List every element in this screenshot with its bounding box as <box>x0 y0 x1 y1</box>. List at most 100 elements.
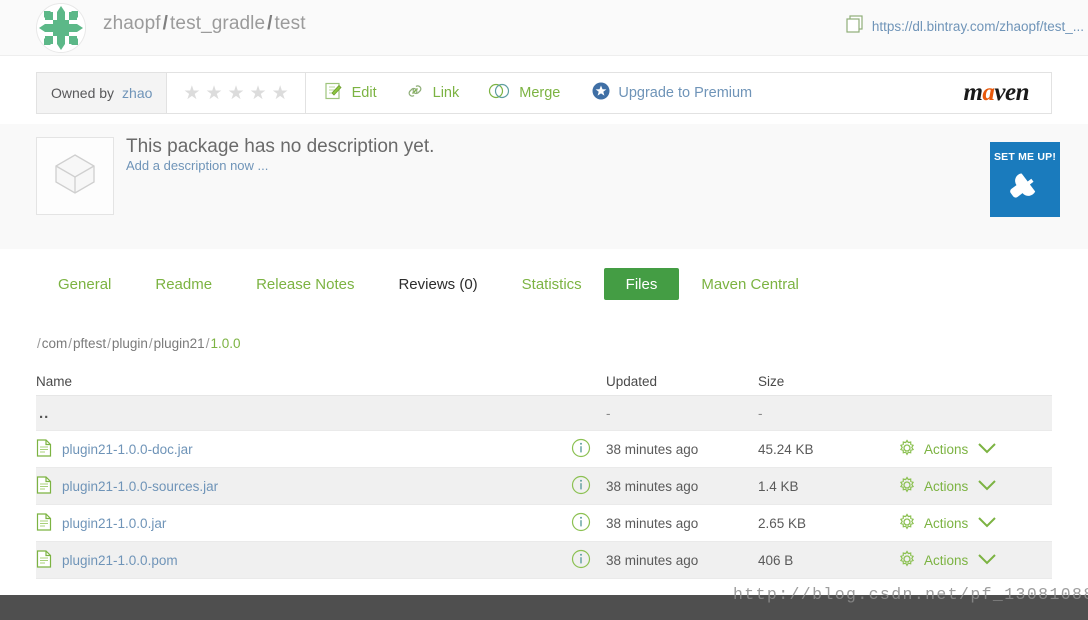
owner-link[interactable]: zhao <box>122 85 152 101</box>
file-actions-cell[interactable]: Actions <box>898 549 1052 571</box>
upgrade-to-premium-button[interactable]: Upgrade to Premium <box>574 73 766 113</box>
actions-menu[interactable]: Actions <box>898 512 1052 534</box>
breadcrumb-user[interactable]: zhaopf <box>103 13 161 34</box>
table-row[interactable]: plugin21-1.0.0-sources.jar 38 minutes ag… <box>36 468 1052 505</box>
gear-icon[interactable] <box>898 549 916 571</box>
file-updated-cell: 38 minutes ago <box>606 552 699 568</box>
path-segment-pftest[interactable]: pftest <box>73 336 106 351</box>
breadcrumb-package[interactable]: test <box>275 13 306 34</box>
column-header-size: Size <box>758 374 785 389</box>
tab-statistics[interactable]: Statistics <box>500 268 604 300</box>
owned-by-block: Owned by zhao <box>37 73 168 113</box>
file-info-cell[interactable] <box>556 512 606 535</box>
star-icon-4[interactable]: ★ <box>250 84 267 103</box>
info-icon[interactable] <box>571 438 591 461</box>
table-row[interactable]: plugin21-1.0.0.jar 38 minutes ago 2.65 K… <box>36 505 1052 542</box>
description-band: This package has no description yet. Add… <box>0 124 1088 249</box>
path-segment-com[interactable]: com <box>42 336 68 351</box>
tab-reviews[interactable]: Reviews (0) <box>376 268 499 300</box>
file-name-cell[interactable]: plugin21-1.0.0-doc.jar <box>36 438 556 460</box>
file-name-cell[interactable]: plugin21-1.0.0.pom <box>36 549 556 571</box>
gear-icon[interactable] <box>898 475 916 497</box>
path-segment-plugin21[interactable]: plugin21 <box>154 336 205 351</box>
chevron-down-icon[interactable] <box>976 514 998 533</box>
tab-maven-central[interactable]: Maven Central <box>679 268 821 300</box>
file-actions-cell[interactable]: Actions <box>898 438 1052 460</box>
info-icon[interactable] <box>571 549 591 572</box>
file-icon <box>36 512 52 534</box>
path-segment-plugin[interactable]: plugin <box>112 336 148 351</box>
star-icon-1[interactable]: ★ <box>183 84 200 103</box>
file-actions-cell[interactable]: Actions <box>898 512 1052 534</box>
link-label: Link <box>432 85 460 101</box>
star-badge-icon <box>592 82 610 104</box>
set-me-up-button[interactable]: SET ME UP! <box>990 142 1060 217</box>
table-row[interactable]: plugin21-1.0.0-doc.jar 38 minutes ago 45… <box>36 431 1052 468</box>
actions-menu[interactable]: Actions <box>898 549 1052 571</box>
tab-release-notes[interactable]: Release Notes <box>234 268 376 300</box>
star-rating[interactable]: ★ ★ ★ ★ ★ <box>167 73 306 113</box>
file-name-cell[interactable]: plugin21-1.0.0-sources.jar <box>36 475 556 497</box>
star-icon-3[interactable]: ★ <box>228 84 245 103</box>
star-icon-5[interactable]: ★ <box>272 84 289 103</box>
file-info-cell[interactable] <box>556 438 606 461</box>
gear-icon[interactable] <box>898 438 916 460</box>
file-name-link[interactable]: plugin21-1.0.0.pom <box>62 553 178 568</box>
file-updated-cell: 38 minutes ago <box>606 441 699 457</box>
bintray-package-page: zhaopf / test_gradle / test https://dl.bintr… <box>0 0 1088 620</box>
tab-general[interactable]: General <box>36 268 133 300</box>
column-header-updated: Updated <box>606 374 658 389</box>
gear-icon[interactable] <box>898 512 916 534</box>
parent-dir-label[interactable]: .. <box>36 405 49 422</box>
table-row[interactable]: plugin21-1.0.0.pom 38 minutes ago 406 B <box>36 542 1052 579</box>
actions-menu[interactable]: Actions <box>898 438 1052 460</box>
actions-label[interactable]: Actions <box>924 516 968 531</box>
actions-label[interactable]: Actions <box>924 479 968 494</box>
repository-url-text[interactable]: https://dl.bintray.com/zhaopf/test_... <box>872 19 1084 34</box>
file-name-link[interactable]: plugin21-1.0.0.jar <box>62 516 166 531</box>
tab-files[interactable]: Files <box>603 268 680 300</box>
file-icon <box>36 475 52 497</box>
star-icon-2[interactable]: ★ <box>205 84 222 103</box>
edit-button[interactable]: Edit <box>306 73 391 113</box>
link-icon <box>405 81 425 105</box>
actions-label[interactable]: Actions <box>924 553 968 568</box>
repository-url[interactable]: https://dl.bintray.com/zhaopf/test_... <box>844 13 1084 40</box>
maven-logo-part2: a <box>982 79 995 106</box>
breadcrumb-sep-2: / <box>267 13 273 34</box>
edit-icon <box>324 81 344 105</box>
file-name-link[interactable]: plugin21-1.0.0-doc.jar <box>62 442 193 457</box>
chevron-down-icon[interactable] <box>976 551 998 570</box>
file-name-link[interactable]: plugin21-1.0.0-sources.jar <box>62 479 218 494</box>
tab-readme[interactable]: Readme <box>133 268 234 300</box>
chevron-down-icon[interactable] <box>976 477 998 496</box>
page-header: zhaopf / test_gradle / test https://dl.bintr… <box>0 0 1088 56</box>
file-info-cell[interactable] <box>556 549 606 572</box>
add-description-link[interactable]: Add a description now ... <box>126 158 268 173</box>
merge-button[interactable]: Merge <box>473 73 574 113</box>
parent-dir-cell[interactable]: .. <box>36 405 556 422</box>
breadcrumb-repo[interactable]: test_gradle <box>170 13 265 34</box>
file-icon <box>36 549 52 571</box>
watermark-text: http://blog.csdn.net/pf_1308108803 <box>733 585 1088 604</box>
copy-icon[interactable] <box>844 13 866 40</box>
files-table-header: Name Updated Size <box>36 368 1052 396</box>
breadcrumb: zhaopf / test_gradle / test <box>103 13 306 35</box>
info-icon[interactable] <box>571 475 591 498</box>
package-action-bar: Owned by zhao ★ ★ ★ ★ ★ Edit Link Merge … <box>36 72 1052 114</box>
file-updated-cell: 38 minutes ago <box>606 515 699 531</box>
file-info-cell[interactable] <box>556 475 606 498</box>
link-button[interactable]: Link <box>391 73 474 113</box>
table-row-parent[interactable]: .. - - <box>36 396 1052 431</box>
info-icon[interactable] <box>571 512 591 535</box>
actions-label[interactable]: Actions <box>924 442 968 457</box>
actions-menu[interactable]: Actions <box>898 475 1052 497</box>
file-actions-cell[interactable]: Actions <box>898 475 1052 497</box>
identicon-avatar <box>36 3 86 53</box>
set-me-up-label: SET ME UP! <box>993 151 1057 163</box>
file-name-cell[interactable]: plugin21-1.0.0.jar <box>36 512 556 534</box>
owned-by-label: Owned by <box>51 85 115 101</box>
chevron-down-icon[interactable] <box>976 440 998 459</box>
path-segment-version[interactable]: 1.0.0 <box>210 336 240 351</box>
package-thumbnail <box>36 137 114 215</box>
